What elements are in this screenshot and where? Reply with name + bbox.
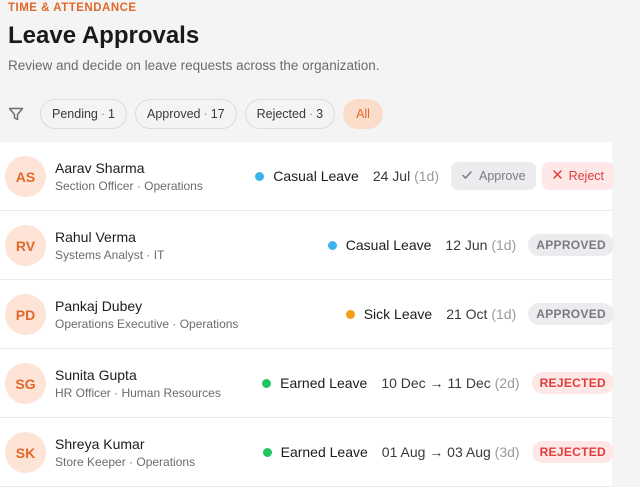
list-item[interactable]: RV Rahul Verma Systems Analyst · IT Casu… xyxy=(0,211,614,280)
leave-request-list: AS Aarav Sharma Section Officer · Operat… xyxy=(0,142,614,487)
list-item[interactable]: PD Pankaj Dubey Operations Executive · O… xyxy=(0,280,614,349)
avatar: AS xyxy=(5,156,46,197)
section-eyebrow: TIME & ATTENDANCE xyxy=(8,2,137,14)
leave-duration: (2d) xyxy=(494,375,520,391)
employee-meta: Store Keeper · Operations xyxy=(55,455,196,469)
leave-dates: 24 Jul (1d) xyxy=(373,168,439,184)
employee-meta: Operations Executive · Operations xyxy=(55,317,239,331)
list-item[interactable]: AS Aarav Sharma Section Officer · Operat… xyxy=(0,142,614,211)
leave-type: Earned Leave xyxy=(280,375,368,391)
status-badge: REJECTED xyxy=(531,372,614,394)
leave-dates: 12 Jun (1d) xyxy=(445,237,516,253)
leave-dates: 21 Oct (1d) xyxy=(446,306,516,322)
reject-button[interactable]: Reject xyxy=(541,162,614,190)
filter-chip-all[interactable]: All xyxy=(343,99,383,129)
filter-chip-label: Rejected xyxy=(256,107,306,121)
filter-chip-count: 3 xyxy=(316,107,324,121)
leave-date-range: 01 Aug → 03 Aug xyxy=(381,444,491,460)
leave-dates: 10 Dec → 11 Dec (2d) xyxy=(381,375,519,391)
leave-duration: (1d) xyxy=(491,306,517,322)
request-details: Casual Leave 24 Jul (1d) Approve Reject xyxy=(255,142,614,210)
filter-chip-label: Pending xyxy=(52,107,98,121)
filter-bar: Pending · 1 Approved · 17 Rejected · 3 All xyxy=(8,99,383,129)
filter-chip-count: 17 xyxy=(210,107,225,121)
filter-chip-count: 1 xyxy=(108,107,115,121)
list-item[interactable]: SK Shreya Kumar Store Keeper · Operation… xyxy=(0,418,614,487)
status-badge: APPROVED xyxy=(528,303,614,325)
filter-icon[interactable] xyxy=(8,106,25,123)
avatar: SK xyxy=(5,432,46,473)
page-subtitle: Review and decide on leave requests acro… xyxy=(8,58,380,73)
leave-dates: 01 Aug → 03 Aug (3d) xyxy=(382,444,520,460)
leave-duration: (3d) xyxy=(494,444,520,460)
leave-type-dot xyxy=(327,240,337,250)
request-details: Casual Leave 12 Jun (1d) APPROVED xyxy=(327,211,614,279)
leave-type-dot xyxy=(262,378,272,388)
filter-chip-rejected[interactable]: Rejected · 3 xyxy=(244,99,336,129)
request-details: Earned Leave 10 Dec → 11 Dec (2d) REJECT… xyxy=(262,349,614,417)
employee-meta: Section Officer · Operations xyxy=(55,179,203,193)
request-details: Earned Leave 01 Aug → 03 Aug (3d) REJECT… xyxy=(262,418,614,486)
leave-type: Sick Leave xyxy=(363,306,433,322)
close-icon xyxy=(552,169,563,183)
leave-duration: (1d) xyxy=(414,168,439,184)
leave-date-range: 21 Oct xyxy=(446,306,488,322)
employee-name: Aarav Sharma xyxy=(55,160,145,176)
leave-date-range: 24 Jul xyxy=(372,168,411,184)
employee-name: Sunita Gupta xyxy=(55,367,137,383)
leave-type-dot xyxy=(262,447,272,457)
filter-chip-pending[interactable]: Pending · 1 xyxy=(40,99,127,129)
leave-type: Casual Leave xyxy=(345,237,432,253)
leave-approvals-page: TIME & ATTENDANCE Leave Approvals Review… xyxy=(0,0,640,487)
leave-type-dot xyxy=(255,171,265,181)
approve-button[interactable]: Approve xyxy=(451,162,536,190)
check-icon xyxy=(461,169,473,184)
leave-type: Casual Leave xyxy=(273,168,359,184)
employee-meta: Systems Analyst · IT xyxy=(55,248,165,262)
avatar: SG xyxy=(5,363,46,404)
page-title: Leave Approvals xyxy=(8,22,200,49)
leave-date-range: 10 Dec → 11 Dec xyxy=(381,375,491,391)
filter-chip-approved[interactable]: Approved · 17 xyxy=(135,99,237,129)
employee-name: Shreya Kumar xyxy=(55,436,145,452)
status-badge: APPROVED xyxy=(528,234,614,256)
employee-name: Rahul Verma xyxy=(55,229,136,245)
leave-type: Earned Leave xyxy=(280,444,368,460)
leave-type-dot xyxy=(345,309,355,319)
reject-label: Reject xyxy=(568,169,604,183)
approve-label: Approve xyxy=(479,169,526,183)
employee-meta: HR Officer · Human Resources xyxy=(55,386,221,400)
status-badge: REJECTED xyxy=(531,441,614,463)
avatar: RV xyxy=(5,225,46,266)
request-details: Sick Leave 21 Oct (1d) APPROVED xyxy=(345,280,614,348)
leave-duration: (1d) xyxy=(491,237,517,253)
filter-chip-label: Approved xyxy=(147,107,201,121)
leave-date-range: 12 Jun xyxy=(445,237,488,253)
list-item[interactable]: SG Sunita Gupta HR Officer · Human Resou… xyxy=(0,349,614,418)
employee-name: Pankaj Dubey xyxy=(55,298,143,314)
avatar: PD xyxy=(5,294,46,335)
